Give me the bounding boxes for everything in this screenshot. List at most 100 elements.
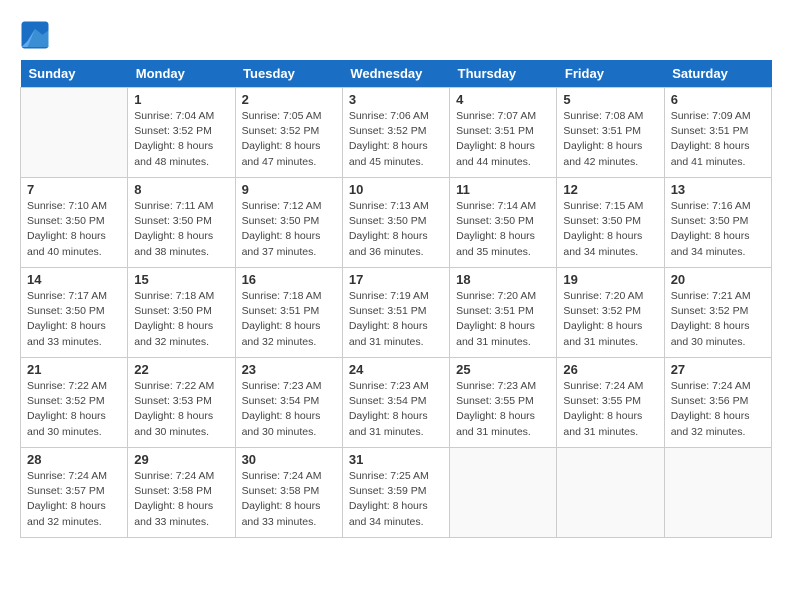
calendar-cell: 3 Sunrise: 7:06 AM Sunset: 3:52 PM Daylig… [342,88,449,178]
calendar-cell: 6Sunrise: 7:09 AM Sunset: 3:51 PM Daylig… [664,88,771,178]
day-number: 28 [27,452,121,467]
calendar-cell: 21 Sunrise: 7:22 AM Sunset: 3:52 PM Dayli… [21,358,128,448]
calendar-cell: 1 Sunrise: 7:04 AM Sunset: 3:52 PM Daylig… [128,88,235,178]
day-info: Sunrise: 7:23 AM Sunset: 3:55 PM Dayligh… [456,379,550,440]
day-info: Sunrise: 7:08 AM Sunset: 3:51 PM Dayligh… [563,109,657,170]
day-info: Sunrise: 7:10 AM Sunset: 3:50 PM Dayligh… [27,199,121,260]
calendar-header-monday: Monday [128,60,235,88]
day-info: Sunrise: 7:22 AM Sunset: 3:52 PM Dayligh… [27,379,121,440]
calendar-cell [450,448,557,538]
calendar-cell [557,448,664,538]
day-info: Sunrise: 7:11 AM Sunset: 3:50 PM Dayligh… [134,199,228,260]
day-info: Sunrise: 7:24 AM Sunset: 3:56 PM Dayligh… [671,379,765,440]
day-info: Sunrise: 7:13 AM Sunset: 3:50 PM Dayligh… [349,199,443,260]
calendar-cell: 24 Sunrise: 7:23 AM Sunset: 3:54 PM Dayli… [342,358,449,448]
calendar-header-tuesday: Tuesday [235,60,342,88]
day-number: 12 [563,182,657,197]
day-info: Sunrise: 7:17 AM Sunset: 3:50 PM Dayligh… [27,289,121,350]
day-info: Sunrise: 7:21 AM Sunset: 3:52 PM Dayligh… [671,289,765,350]
calendar-cell: 14 Sunrise: 7:17 AM Sunset: 3:50 PM Dayli… [21,268,128,358]
day-info: Sunrise: 7:09 AM Sunset: 3:51 PM Dayligh… [671,109,765,170]
calendar-cell [664,448,771,538]
calendar-cell: 27 Sunrise: 7:24 AM Sunset: 3:56 PM Dayli… [664,358,771,448]
calendar-week-row: 14 Sunrise: 7:17 AM Sunset: 3:50 PM Dayli… [21,268,772,358]
header [20,20,772,50]
day-info: Sunrise: 7:25 AM Sunset: 3:59 PM Dayligh… [349,469,443,530]
day-number: 4 [456,92,550,107]
day-info: Sunrise: 7:23 AM Sunset: 3:54 PM Dayligh… [349,379,443,440]
day-number: 22 [134,362,228,377]
day-info: Sunrise: 7:16 AM Sunset: 3:50 PM Dayligh… [671,199,765,260]
day-number: 27 [671,362,765,377]
day-number: 30 [242,452,336,467]
day-info: Sunrise: 7:23 AM Sunset: 3:54 PM Dayligh… [242,379,336,440]
day-number: 16 [242,272,336,287]
day-info: Sunrise: 7:04 AM Sunset: 3:52 PM Dayligh… [134,109,228,170]
calendar-header-wednesday: Wednesday [342,60,449,88]
day-number: 10 [349,182,443,197]
logo-icon [20,20,50,50]
logo [20,20,54,50]
calendar-cell: 16 Sunrise: 7:18 AM Sunset: 3:51 PM Dayli… [235,268,342,358]
day-info: Sunrise: 7:24 AM Sunset: 3:55 PM Dayligh… [563,379,657,440]
calendar-cell: 9 Sunrise: 7:12 AM Sunset: 3:50 PM Daylig… [235,178,342,268]
day-info: Sunrise: 7:24 AM Sunset: 3:57 PM Dayligh… [27,469,121,530]
day-number: 8 [134,182,228,197]
day-number: 29 [134,452,228,467]
day-number: 13 [671,182,765,197]
day-number: 11 [456,182,550,197]
day-info: Sunrise: 7:18 AM Sunset: 3:51 PM Dayligh… [242,289,336,350]
calendar-cell: 18 Sunrise: 7:20 AM Sunset: 3:51 PM Dayli… [450,268,557,358]
day-number: 1 [134,92,228,107]
calendar-cell: 28 Sunrise: 7:24 AM Sunset: 3:57 PM Dayli… [21,448,128,538]
day-number: 18 [456,272,550,287]
calendar-cell: 25Sunrise: 7:23 AM Sunset: 3:55 PM Dayli… [450,358,557,448]
day-info: Sunrise: 7:18 AM Sunset: 3:50 PM Dayligh… [134,289,228,350]
day-number: 9 [242,182,336,197]
day-info: Sunrise: 7:19 AM Sunset: 3:51 PM Dayligh… [349,289,443,350]
calendar-cell [21,88,128,178]
calendar-cell: 2Sunrise: 7:05 AM Sunset: 3:52 PM Daylig… [235,88,342,178]
calendar-header-friday: Friday [557,60,664,88]
day-info: Sunrise: 7:07 AM Sunset: 3:51 PM Dayligh… [456,109,550,170]
day-info: Sunrise: 7:15 AM Sunset: 3:50 PM Dayligh… [563,199,657,260]
day-number: 24 [349,362,443,377]
day-info: Sunrise: 7:20 AM Sunset: 3:52 PM Dayligh… [563,289,657,350]
calendar-cell: 8 Sunrise: 7:11 AM Sunset: 3:50 PM Daylig… [128,178,235,268]
calendar-header-sunday: Sunday [21,60,128,88]
calendar: SundayMondayTuesdayWednesdayThursdayFrid… [20,60,772,538]
calendar-header-thursday: Thursday [450,60,557,88]
calendar-cell: 20 Sunrise: 7:21 AM Sunset: 3:52 PM Dayli… [664,268,771,358]
day-info: Sunrise: 7:06 AM Sunset: 3:52 PM Dayligh… [349,109,443,170]
day-info: Sunrise: 7:05 AM Sunset: 3:52 PM Dayligh… [242,109,336,170]
day-number: 23 [242,362,336,377]
calendar-week-row: 7Sunrise: 7:10 AM Sunset: 3:50 PM Daylig… [21,178,772,268]
day-info: Sunrise: 7:14 AM Sunset: 3:50 PM Dayligh… [456,199,550,260]
day-number: 15 [134,272,228,287]
calendar-cell: 30 Sunrise: 7:24 AM Sunset: 3:58 PM Dayli… [235,448,342,538]
day-info: Sunrise: 7:12 AM Sunset: 3:50 PM Dayligh… [242,199,336,260]
calendar-cell: 29Sunrise: 7:24 AM Sunset: 3:58 PM Dayli… [128,448,235,538]
calendar-cell: 13 Sunrise: 7:16 AM Sunset: 3:50 PM Dayli… [664,178,771,268]
day-number: 17 [349,272,443,287]
calendar-cell: 15 Sunrise: 7:18 AM Sunset: 3:50 PM Dayli… [128,268,235,358]
day-number: 21 [27,362,121,377]
day-number: 5 [563,92,657,107]
day-number: 14 [27,272,121,287]
day-info: Sunrise: 7:24 AM Sunset: 3:58 PM Dayligh… [242,469,336,530]
calendar-week-row: 21 Sunrise: 7:22 AM Sunset: 3:52 PM Dayli… [21,358,772,448]
calendar-cell: 17 Sunrise: 7:19 AM Sunset: 3:51 PM Dayli… [342,268,449,358]
day-number: 26 [563,362,657,377]
calendar-cell: 19Sunrise: 7:20 AM Sunset: 3:52 PM Dayli… [557,268,664,358]
day-number: 3 [349,92,443,107]
calendar-cell: 31 Sunrise: 7:25 AM Sunset: 3:59 PM Dayli… [342,448,449,538]
calendar-cell: 26 Sunrise: 7:24 AM Sunset: 3:55 PM Dayli… [557,358,664,448]
day-info: Sunrise: 7:20 AM Sunset: 3:51 PM Dayligh… [456,289,550,350]
calendar-week-row: 1 Sunrise: 7:04 AM Sunset: 3:52 PM Daylig… [21,88,772,178]
calendar-cell: 4 Sunrise: 7:07 AM Sunset: 3:51 PM Daylig… [450,88,557,178]
calendar-week-row: 28 Sunrise: 7:24 AM Sunset: 3:57 PM Dayli… [21,448,772,538]
calendar-cell: 10 Sunrise: 7:13 AM Sunset: 3:50 PM Dayli… [342,178,449,268]
day-number: 31 [349,452,443,467]
calendar-cell: 23 Sunrise: 7:23 AM Sunset: 3:54 PM Dayli… [235,358,342,448]
day-number: 20 [671,272,765,287]
